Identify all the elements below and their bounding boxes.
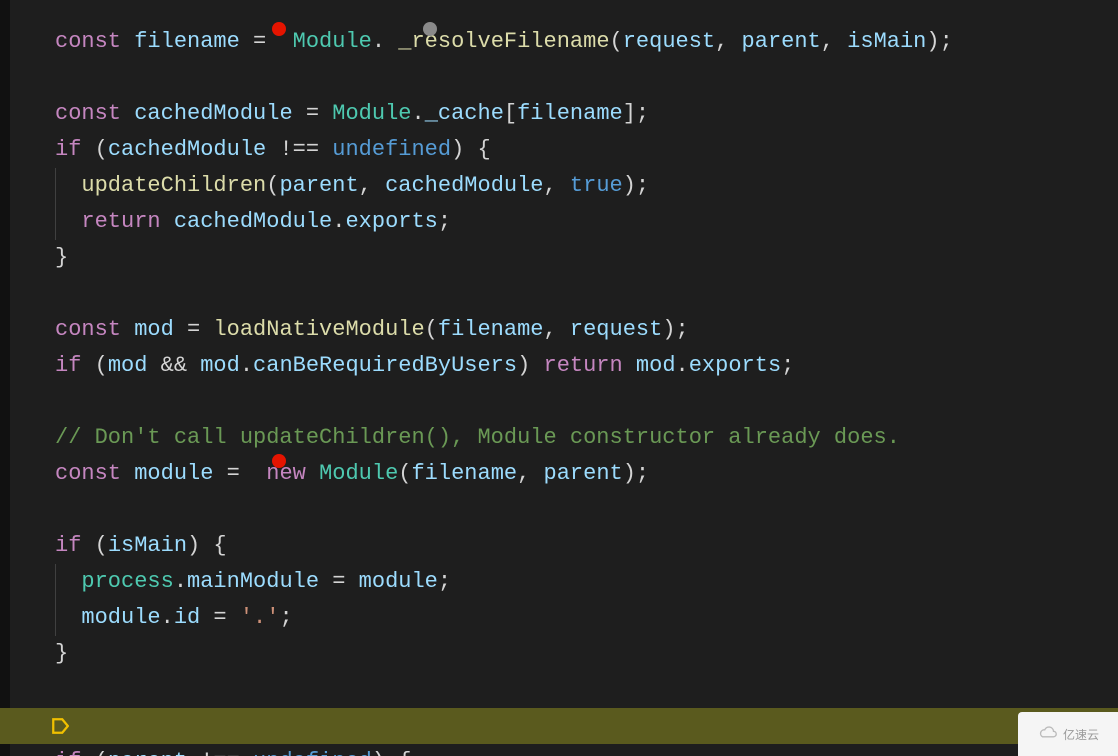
code-line[interactable]: return cachedModule.exports; [0,204,1118,240]
code-line[interactable]: if (parent !== undefined) { [0,744,1118,756]
breakpoint-icon[interactable] [272,22,286,36]
code-line[interactable]: } [0,636,1118,672]
code-lines: const filename = Module. _resolveFilenam… [0,0,1118,756]
watermark: 亿速云 [1018,712,1118,756]
class-name: Module [293,29,372,54]
disabled-breakpoint-icon[interactable] [423,22,437,36]
watermark-text: 亿速云 [1063,726,1099,743]
code-line[interactable]: // Don't call updateChildren(), Module c… [0,420,1118,456]
execution-pointer-icon [51,717,69,735]
code-line[interactable]: const filename = Module. _resolveFilenam… [0,24,1118,60]
identifier: filename [134,29,240,54]
code-line[interactable]: const cachedModule = Module._cache[filen… [0,96,1118,132]
code-line[interactable]: updateChildren(parent, cachedModule, tru… [0,168,1118,204]
code-line[interactable]: } [0,240,1118,276]
code-line[interactable]: module.id = '.'; [0,600,1118,636]
code-line[interactable] [0,492,1118,528]
code-line[interactable]: process.mainModule = module; [0,564,1118,600]
comment: // Don't call updateChildren(), Module c… [55,425,900,450]
keyword: const [55,29,121,54]
code-line[interactable] [0,60,1118,96]
code-line[interactable] [0,384,1118,420]
code-line[interactable]: if (isMain) { [0,528,1118,564]
code-line[interactable]: if (cachedModule !== undefined) { [0,132,1118,168]
current-execution-line[interactable]: Module._cache[filename] = module; [0,708,1118,744]
code-line[interactable] [0,276,1118,312]
code-line[interactable] [0,672,1118,708]
cloud-icon [1037,723,1059,745]
code-line[interactable]: const module = new Module(filename, pare… [0,456,1118,492]
code-line[interactable]: if (mod && mod.canBeRequiredByUsers) ret… [0,348,1118,384]
code-editor[interactable]: const filename = Module. _resolveFilenam… [0,0,1118,756]
breakpoint-icon[interactable] [272,454,286,468]
code-line[interactable]: const mod = loadNativeModule(filename, r… [0,312,1118,348]
